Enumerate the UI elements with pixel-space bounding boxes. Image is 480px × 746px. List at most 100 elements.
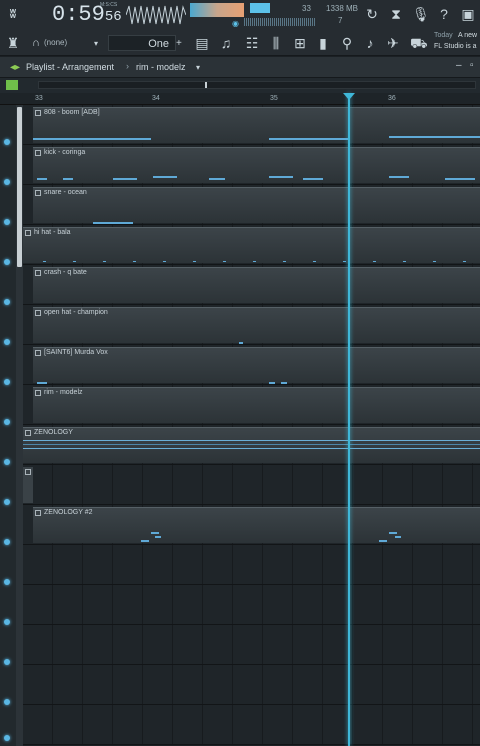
piano-roll-icon[interactable]: ♫ [218,35,234,51]
headphones-icon[interactable]: ∩ [30,35,42,51]
master-level-meter [190,3,244,17]
track-mute-dot[interactable] [4,579,10,585]
help-icon[interactable]: ? [436,6,452,22]
pattern-clip[interactable]: kick - coringa [33,147,480,183]
clip-menu-icon[interactable] [25,430,31,436]
track-mute-dot[interactable] [4,499,10,505]
master-volume-slider[interactable] [250,3,270,13]
horizontal-scrollbar[interactable] [38,81,476,89]
track-lane[interactable]: open hat - champion [23,305,480,345]
pattern-clip[interactable]: [SAINT6] Murda Vox [33,347,480,384]
track-lane[interactable]: ZENOLOGY [23,425,480,465]
timeline-ruler[interactable]: 33 34 35 36 [0,93,480,105]
track-lane[interactable] [23,545,480,585]
pattern-clip[interactable]: 808 - boom [ADB] [33,107,480,143]
vertical-scroll-thumb[interactable] [17,107,22,267]
add-pattern-icon[interactable]: + [176,36,182,52]
pattern-dropdown-icon[interactable]: ▾ [196,60,200,76]
track-lane[interactable]: rim - modelz [23,385,480,425]
tempo-tap-icon[interactable]: ⧗ [388,6,404,22]
pattern-selector[interactable]: (none) [44,38,67,47]
playlist-tracks[interactable]: 808 - boom [ADB] kick - coringa snare - … [0,105,480,746]
pattern-clip[interactable]: open hat - champion [33,307,480,344]
undo-icon[interactable]: ↻ [364,6,380,22]
project-file-icon[interactable]: ▮ [316,35,330,51]
scroll-position-marker[interactable] [205,82,207,88]
clip-menu-icon[interactable] [35,270,41,276]
pattern-clip[interactable]: ZENOLOGY #2 [33,507,480,543]
news-headline-2[interactable]: FL Studio is a [434,43,477,50]
maximize-icon[interactable]: ▫ [470,58,474,74]
playlist-pattern-name[interactable]: rim - modelz [136,62,186,72]
track-lane[interactable]: 808 - boom [ADB] [23,105,480,145]
track-mute-dot[interactable] [4,339,10,345]
track-mute-dot[interactable] [4,299,10,305]
ruler-bar-33[interactable]: 33 [35,95,43,102]
track-lane[interactable]: ZENOLOGY #2 [23,505,480,545]
track-view-toggle[interactable] [6,80,18,90]
track-mute-dot[interactable] [4,459,10,465]
link-icon[interactable]: ✈ [386,35,400,51]
clip-menu-icon[interactable] [25,469,31,475]
touch-keyboard-icon[interactable]: ♪ [362,35,378,51]
track-lane[interactable]: hi hat - bala [23,225,480,265]
ruler-bar-35[interactable]: 35 [270,95,278,102]
clip-menu-icon[interactable] [35,350,41,356]
track-lane[interactable]: snare - ocean [23,185,480,225]
browser-icon[interactable]: ⊞ [292,35,308,51]
pattern-clip[interactable]: crash - q bate [33,267,480,303]
playlist-arrows-icon[interactable]: ◂▸ [10,60,20,76]
dropdown-chevron-icon[interactable]: ▾ [94,36,98,52]
clip-menu-icon[interactable] [35,510,41,516]
track-lane[interactable]: kick - coringa [23,145,480,185]
clip-menu-icon[interactable] [35,390,41,396]
save-icon[interactable]: ▣ [460,6,476,22]
track-mute-dot[interactable] [4,139,10,145]
playhead-marker[interactable] [343,93,355,100]
track-lane[interactable] [23,625,480,665]
microphone-icon[interactable]: 🎙 [412,6,430,22]
playhead-line[interactable] [348,93,350,746]
track-lane[interactable]: crash - q bate [23,265,480,305]
fl-logo-icon[interactable]: ʬ [4,6,22,22]
plugin-icon[interactable]: ⚲ [340,35,354,51]
plugin-picker-icon[interactable]: ♜ [6,35,20,51]
track-lane[interactable]: [SAINT6] Murda Vox [23,345,480,385]
clip-menu-icon[interactable] [35,190,41,196]
playlist-window-icon[interactable]: ▤ [194,35,210,51]
pattern-clip[interactable]: rim - modelz [33,387,480,423]
track-lane[interactable] [23,465,480,505]
track-mute-dot[interactable] [4,259,10,265]
track-mute-dot[interactable] [4,379,10,385]
track-mute-dot[interactable] [4,179,10,185]
clip-label: hi hat - bala [23,228,71,238]
news-headline[interactable]: A new [458,32,477,39]
clip-menu-icon[interactable] [25,230,31,236]
track-mute-dot[interactable] [4,699,10,705]
clip-menu-icon[interactable] [35,310,41,316]
shop-cart-icon[interactable]: ⛟ [410,35,428,51]
track-mute-dot[interactable] [4,735,10,741]
pattern-clip[interactable]: ZENOLOGY [23,427,480,463]
minimize-icon[interactable]: – [456,58,462,74]
clip-stub[interactable] [23,467,33,503]
track-mute-dot[interactable] [4,619,10,625]
track-mute-dot[interactable] [4,659,10,665]
ruler-bar-34[interactable]: 34 [152,95,160,102]
track-lane[interactable] [23,665,480,705]
clip-menu-icon[interactable] [35,150,41,156]
channel-rack-icon[interactable]: ☷ [244,35,260,51]
pattern-clip[interactable]: hi hat - bala [23,227,480,263]
track-lane[interactable] [23,585,480,625]
pattern-clip[interactable]: snare - ocean [33,187,480,224]
track-lane[interactable] [23,705,480,745]
snap-selector[interactable]: One [108,35,176,51]
playlist-title[interactable]: Playlist - Arrangement [26,62,114,72]
mixer-icon[interactable]: ⫼ [268,35,284,51]
track-mute-dot[interactable] [4,539,10,545]
track-mute-dot[interactable] [4,419,10,425]
track-mute-dot[interactable] [4,219,10,225]
clip-menu-icon[interactable] [35,110,41,116]
ruler-bar-36[interactable]: 36 [388,95,396,102]
note [281,382,287,384]
